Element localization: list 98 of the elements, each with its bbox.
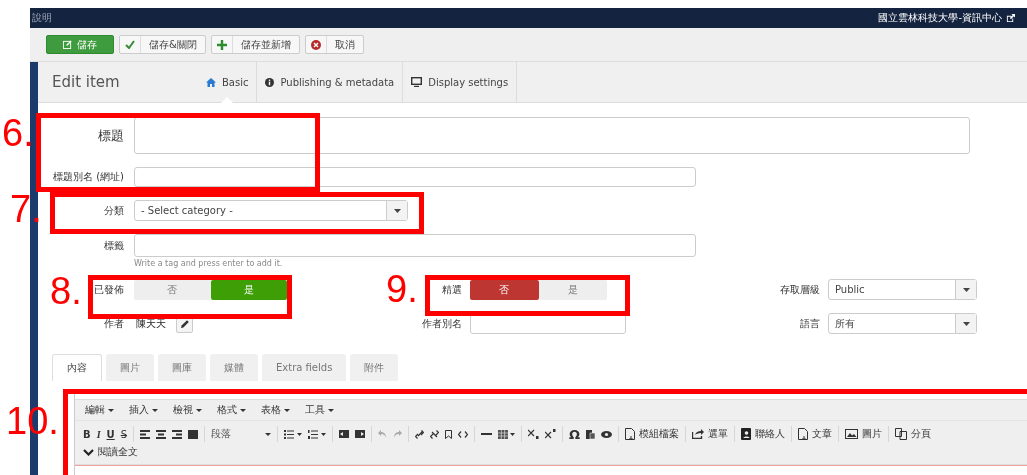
pencil-icon xyxy=(180,319,189,328)
close-icon xyxy=(310,39,321,50)
plugin-button[interactable]: 選單 xyxy=(692,427,729,441)
plugin-button[interactable]: 聯絡人 xyxy=(741,427,786,441)
content-tab[interactable]: 內容 xyxy=(52,354,102,381)
info-icon xyxy=(265,77,275,87)
site-link[interactable]: 國立雲林科技大學-資訊中心 xyxy=(878,11,1015,25)
format-button[interactable]: I xyxy=(96,428,101,440)
paste-icon[interactable] xyxy=(586,429,596,439)
monitor-icon xyxy=(411,77,423,87)
help-link[interactable]: 說明 xyxy=(32,11,52,25)
editor-menu[interactable]: 編輯 xyxy=(85,403,114,417)
outdent-icon[interactable] xyxy=(339,430,349,438)
share-icon xyxy=(692,429,705,439)
field-label: 存取層級 xyxy=(779,282,820,297)
check-icon xyxy=(125,40,135,49)
field-label: 標籤 xyxy=(103,238,124,253)
code-icon[interactable] xyxy=(458,430,468,438)
content-tab[interactable]: 附件 xyxy=(350,354,399,381)
help-text: Write a tag and press enter to add it. xyxy=(134,259,284,268)
format-button[interactable]: S xyxy=(120,428,127,440)
author-name: 陳天天 xyxy=(136,316,166,331)
bookmark-icon[interactable] xyxy=(445,429,452,439)
plugin-button[interactable]: 文章 xyxy=(798,427,833,441)
editor-menu[interactable]: 表格 xyxy=(261,403,290,417)
field-label: 已發佈 xyxy=(93,282,124,297)
field-label: 語言 xyxy=(799,316,820,331)
toggle-option[interactable]: 否 xyxy=(470,279,539,300)
save-new-button[interactable]: 儲存並新增 xyxy=(210,35,300,54)
caret-icon xyxy=(240,408,246,412)
category-select[interactable]: - Select category - xyxy=(134,200,408,221)
settings-tab[interactable]: Publishing & metadata xyxy=(257,62,404,102)
plugin-button[interactable]: 模組檔案 xyxy=(625,427,680,441)
language-select[interactable]: 所有 xyxy=(828,313,977,334)
subscript-icon[interactable] xyxy=(528,429,539,439)
settings-tab[interactable]: Display settings xyxy=(403,62,518,102)
field-label: 作者 xyxy=(103,316,124,331)
chevron-down-icon xyxy=(83,448,94,456)
settings-tab[interactable]: Basic xyxy=(198,62,258,102)
field-label: 分類 xyxy=(103,203,124,218)
caret-icon xyxy=(152,408,158,412)
caret-icon xyxy=(196,408,202,412)
alias-field[interactable] xyxy=(134,167,696,187)
document-icon xyxy=(798,428,809,440)
indent-icon[interactable] xyxy=(355,430,365,438)
content-tab[interactable]: Extra fields xyxy=(262,354,347,381)
content-tab[interactable]: 圖庫 xyxy=(158,354,206,381)
copy-pages-icon xyxy=(895,428,908,440)
editor-menu[interactable]: 檢視 xyxy=(173,403,202,417)
edit-icon xyxy=(63,40,72,49)
field-label: 標題別名 (網址) xyxy=(52,170,124,184)
toggle-option[interactable]: 否 xyxy=(134,279,211,300)
link-icon[interactable] xyxy=(415,429,424,439)
tags-field[interactable] xyxy=(134,234,696,257)
title-field[interactable] xyxy=(134,117,970,154)
align-icon[interactable] xyxy=(140,429,150,439)
cancel-button[interactable]: 取消 xyxy=(304,35,364,54)
contact-card-icon xyxy=(741,428,752,440)
home-icon xyxy=(206,77,216,87)
caret-icon xyxy=(284,408,290,412)
annotation-number: 9. xyxy=(386,270,418,308)
bullet-list-icon[interactable] xyxy=(284,429,302,439)
caret-icon xyxy=(108,408,114,412)
annotation-number: 8. xyxy=(50,272,82,310)
editor-menu[interactable]: 插入 xyxy=(129,403,158,417)
content-tab[interactable]: 圖片 xyxy=(106,354,154,381)
content-tab[interactable]: 媒體 xyxy=(210,354,258,381)
paragraph-dropdown[interactable]: 段落 xyxy=(211,427,271,441)
caret-icon xyxy=(265,432,271,436)
field-label: 標題 xyxy=(97,126,124,145)
table-icon[interactable] xyxy=(498,429,515,439)
format-button[interactable]: U xyxy=(106,428,115,440)
access-select[interactable]: Public xyxy=(828,279,977,300)
image-icon xyxy=(845,429,859,439)
save-close-button[interactable]: 儲存&關閉 xyxy=(119,35,206,54)
align-icon[interactable] xyxy=(156,429,166,439)
editor-menu[interactable]: 工具 xyxy=(305,403,334,417)
plus-icon xyxy=(216,39,227,50)
document-icon xyxy=(625,428,636,440)
page-title: Edit item xyxy=(51,73,121,91)
caret-icon xyxy=(962,321,970,326)
field-label: 作者別名 xyxy=(421,316,462,331)
external-link-icon xyxy=(1006,13,1015,23)
format-button[interactable]: B xyxy=(83,428,91,440)
unlink-icon[interactable] xyxy=(430,429,439,439)
caret-icon xyxy=(962,287,970,292)
caret-icon xyxy=(328,408,334,412)
plugin-button[interactable]: 分頁 xyxy=(895,427,932,441)
eye-icon[interactable] xyxy=(601,430,613,438)
special-character-button[interactable]: Ω xyxy=(569,426,581,442)
caret-icon xyxy=(393,208,401,213)
editor-menu[interactable]: 格式 xyxy=(217,403,246,417)
align-icon[interactable] xyxy=(172,429,182,439)
readmore-button[interactable]: 閱讀全文 xyxy=(83,445,138,459)
numbered-list-icon[interactable] xyxy=(308,429,326,439)
plugin-button[interactable]: 圖片 xyxy=(845,427,883,441)
align-icon[interactable] xyxy=(188,429,198,439)
superscript-icon[interactable] xyxy=(545,429,556,439)
